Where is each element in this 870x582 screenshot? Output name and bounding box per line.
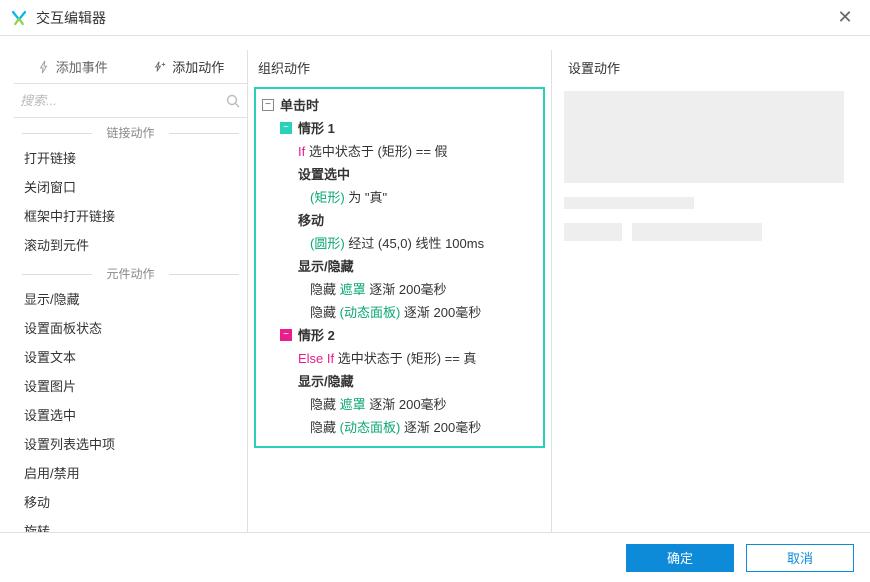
tree-action-label[interactable]: 显示/隐藏 [258,254,541,277]
tree-case[interactable]: − 情形 1 [258,116,541,139]
collapse-icon[interactable]: − [262,99,274,111]
action-list: 链接动作 打开链接关闭窗口框架中打开链接滚动到元件 元件动作 显示/隐藏设置面板… [14,118,247,532]
mid-header: 组织动作 [254,50,545,87]
tree-condition[interactable]: If 选中状态于 (矩形) == 假 [258,139,541,162]
tree-action-label[interactable]: 设置选中 [258,162,541,185]
tree-event[interactable]: − 单击时 [258,93,541,116]
action-tree[interactable]: − 单击时 − 情形 1 If 选中状态于 (矩形) == 假 设置选中 (矩形… [254,87,545,448]
tab-label: 添加事件 [56,57,108,76]
action-item[interactable]: 关闭窗口 [14,172,247,201]
action-item[interactable]: 设置列表选中项 [14,429,247,458]
action-item[interactable]: 启用/禁用 [14,458,247,487]
left-panel: 添加事件 添加动作 链接动作 打开链接关闭窗口框架中打开链接滚动到元件 元件 [14,50,248,532]
if-keyword: If [298,144,305,159]
lightning-icon [37,60,51,74]
action-item[interactable]: 打开链接 [14,143,247,172]
cancel-button[interactable]: 取消 [746,544,854,572]
case-label: 情形 2 [298,325,335,344]
collapse-icon[interactable]: − [280,122,292,134]
action-item[interactable]: 设置图片 [14,371,247,400]
case-label: 情形 1 [298,118,335,137]
tab-label: 添加动作 [172,57,224,76]
tree-action-detail[interactable]: 隐藏 遮罩 逐渐 200毫秒 [258,392,541,415]
ok-button[interactable]: 确定 [626,544,734,572]
action-item[interactable]: 显示/隐藏 [14,284,247,313]
tree-action-detail[interactable]: (矩形) 为 "真" [258,185,541,208]
tree-action-detail[interactable]: 隐藏 (动态面板) 逐渐 200毫秒 [258,300,541,323]
tree-action-detail[interactable]: (圆形) 经过 (45,0) 线性 100ms [258,231,541,254]
collapse-icon[interactable]: − [280,329,292,341]
app-logo-icon [10,9,28,27]
tree-case[interactable]: − 情形 2 [258,323,541,346]
tree-action-label[interactable]: 显示/隐藏 [258,369,541,392]
config-placeholder [564,223,622,241]
right-header: 设置动作 [564,50,844,87]
action-item[interactable]: 移动 [14,487,247,516]
tree-condition[interactable]: Else If 选中状态于 (矩形) == 真 [258,346,541,369]
elseif-keyword: Else If [298,351,334,366]
bolt-plus-icon [153,60,167,74]
search-input[interactable] [20,93,225,108]
tree-action-detail[interactable]: 隐藏 遮罩 逐渐 200毫秒 [258,277,541,300]
config-placeholder [564,91,844,183]
action-item[interactable]: 设置选中 [14,400,247,429]
action-item[interactable]: 设置面板状态 [14,313,247,342]
middle-panel: 组织动作 − 单击时 − 情形 1 If 选中状态于 (矩形) == 假 设置选… [248,50,552,532]
action-item[interactable]: 旋转 [14,516,247,532]
window-title: 交互编辑器 [36,8,830,28]
group-header-link: 链接动作 [14,124,247,141]
config-placeholder [564,197,694,209]
action-item[interactable]: 设置文本 [14,342,247,371]
action-item[interactable]: 框架中打开链接 [14,201,247,230]
tab-add-action[interactable]: 添加动作 [131,50,248,83]
event-label: 单击时 [280,95,319,114]
tree-action-label[interactable]: 移动 [258,208,541,231]
search-icon[interactable] [225,93,241,109]
action-item[interactable]: 滚动到元件 [14,230,247,259]
title-bar: 交互编辑器 ✕ [0,0,870,36]
condition-text: 选中状态于 (矩形) == 假 [309,144,448,159]
config-placeholder [632,223,762,241]
tab-add-event[interactable]: 添加事件 [14,50,131,83]
footer: 确定 取消 [0,532,870,582]
right-panel: 设置动作 [552,50,856,532]
condition-text: 选中状态于 (矩形) == 真 [338,351,477,366]
close-icon[interactable]: ✕ [830,7,860,28]
tree-action-detail[interactable]: 隐藏 (动态面板) 逐渐 200毫秒 [258,415,541,438]
group-header-widget: 元件动作 [14,265,247,282]
